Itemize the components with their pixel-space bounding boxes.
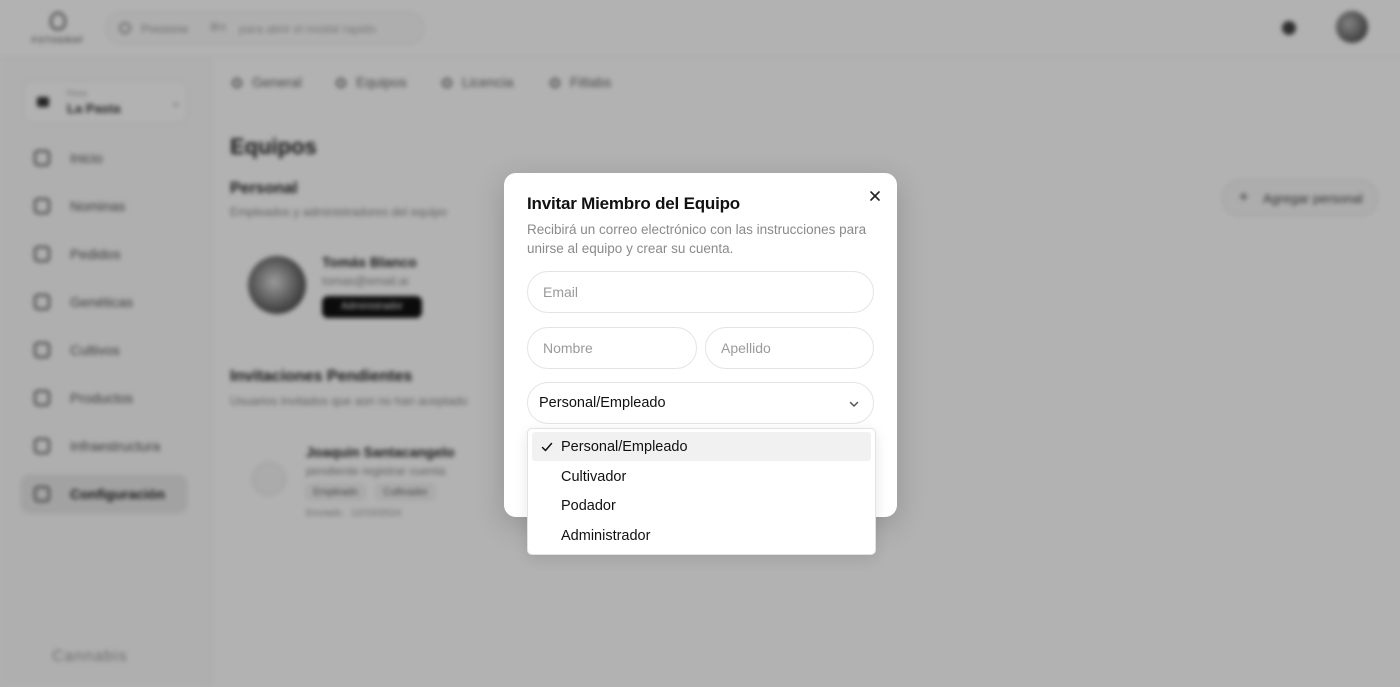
modal-title: Invitar Miembro del Equipo <box>527 194 740 213</box>
email-field[interactable] <box>527 271 874 313</box>
role-option-label: Cultivador <box>561 469 627 485</box>
role-option-podador[interactable]: Podador <box>532 491 871 520</box>
role-option-label: Administrador <box>561 528 651 544</box>
role-option-administrador[interactable]: Administrador <box>532 521 871 550</box>
check-icon <box>541 442 553 452</box>
role-select-value: Personal/Empleado <box>539 395 666 411</box>
close-icon <box>870 191 880 201</box>
close-button[interactable] <box>866 187 884 205</box>
chevron-down-icon <box>849 401 859 407</box>
role-option-label: Podador <box>561 498 616 514</box>
role-option-cultivador[interactable]: Cultivador <box>532 462 871 491</box>
role-option-personal-empleado[interactable]: Personal/Empleado <box>532 432 871 461</box>
nombre-field[interactable] <box>527 327 697 369</box>
apellido-field[interactable] <box>705 327 874 369</box>
role-option-label: Personal/Empleado <box>561 439 688 455</box>
modal-description: Recibirá un correo electrónico con las i… <box>527 222 867 256</box>
role-dropdown-menu: Personal/Empleado Cultivador Podador Adm… <box>527 428 876 555</box>
role-select[interactable]: Personal/Empleado <box>527 382 874 424</box>
